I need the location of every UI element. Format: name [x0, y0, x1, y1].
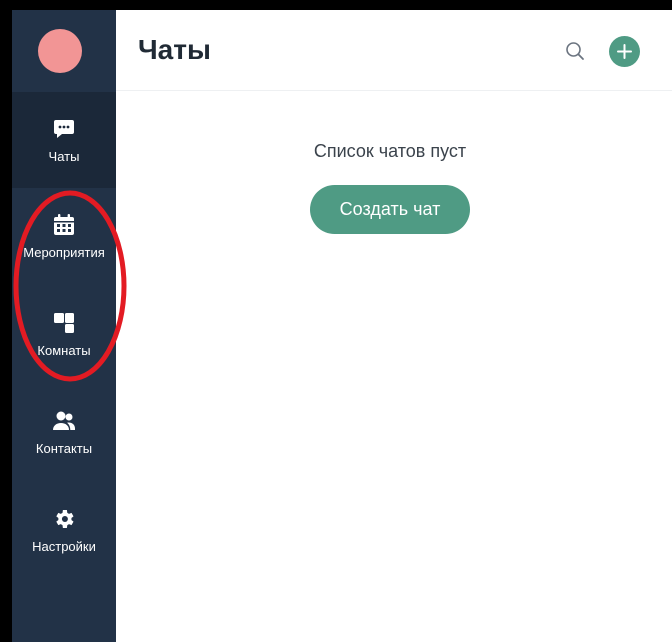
sidebar-item-label: Чаты [48, 148, 80, 164]
chat-bubble-icon [54, 119, 74, 138]
sidebar-item-settings[interactable]: Настройки [12, 482, 116, 578]
header: Чаты [116, 10, 672, 91]
avatar-area [12, 10, 116, 92]
plus-icon [617, 44, 632, 59]
sidebar-item-events[interactable]: Мероприятия [12, 188, 116, 284]
sidebar-item-chats[interactable]: Чаты [12, 92, 116, 188]
avatar[interactable] [38, 29, 82, 73]
main-panel: Чаты Список чатов пуст Создать чат [116, 10, 672, 642]
sidebar-item-contacts[interactable]: Контакты [12, 384, 116, 480]
empty-state-message: Список чатов пуст [313, 141, 467, 161]
create-chat-button[interactable]: Создать чат [310, 185, 470, 234]
calendar-icon [54, 213, 74, 235]
sidebar: Чаты Мероприятия Комнаты Контакты Настро… [12, 10, 116, 642]
sidebar-item-rooms[interactable]: Комнаты [12, 286, 116, 382]
gear-icon [56, 509, 74, 528]
add-chat-button[interactable] [609, 36, 640, 67]
sidebar-item-label: Комнаты [37, 342, 91, 358]
sidebar-item-label: Мероприятия [23, 244, 105, 260]
rooms-icon [54, 312, 74, 333]
search-icon[interactable] [564, 40, 586, 62]
page-title: Чаты [138, 34, 211, 65]
sidebar-item-label: Настройки [32, 538, 96, 554]
contacts-icon [53, 411, 75, 430]
sidebar-item-label: Контакты [35, 440, 93, 456]
